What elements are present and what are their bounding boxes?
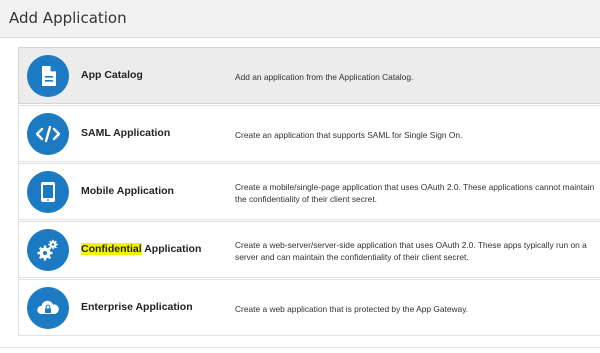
mobile-application-option[interactable]: Mobile Application Create a mobile/singl… <box>18 163 600 220</box>
dialog-header: Add Application <box>0 0 600 38</box>
confidential-application-description: Create a web-server/server-side applicat… <box>235 240 587 262</box>
saml-application-description: Create an application that supports SAML… <box>235 130 463 140</box>
saml-application-title: SAML Application <box>81 127 171 139</box>
divider <box>0 347 600 348</box>
dialog-title: Add Application <box>9 9 127 27</box>
add-application-dialog: Add Application App Catalog Add an appli… <box>0 0 600 353</box>
confidential-application-option[interactable]: Confidential Application Create a web-se… <box>18 221 600 278</box>
code-icon <box>27 113 69 155</box>
mobile-application-description: Create a mobile/single-page application … <box>235 182 595 204</box>
confidential-application-title: Confidential Application <box>81 243 202 255</box>
cloud-icon <box>27 287 69 329</box>
document-icon <box>27 55 69 97</box>
enterprise-application-option[interactable]: Enterprise Application Create a web appl… <box>18 279 600 336</box>
tablet-icon <box>27 171 69 213</box>
highlighted-text: Confidential <box>81 243 142 255</box>
enterprise-application-description: Create a web application that is protect… <box>235 304 469 314</box>
gears-icon <box>27 229 69 271</box>
app-catalog-title: App Catalog <box>81 69 143 81</box>
app-catalog-option[interactable]: App Catalog Add an application from the … <box>18 47 600 104</box>
saml-application-option[interactable]: SAML Application Create an application t… <box>18 105 600 162</box>
app-catalog-description: Add an application from the Application … <box>235 72 414 82</box>
mobile-application-title: Mobile Application <box>81 185 174 197</box>
enterprise-application-title: Enterprise Application <box>81 301 193 313</box>
